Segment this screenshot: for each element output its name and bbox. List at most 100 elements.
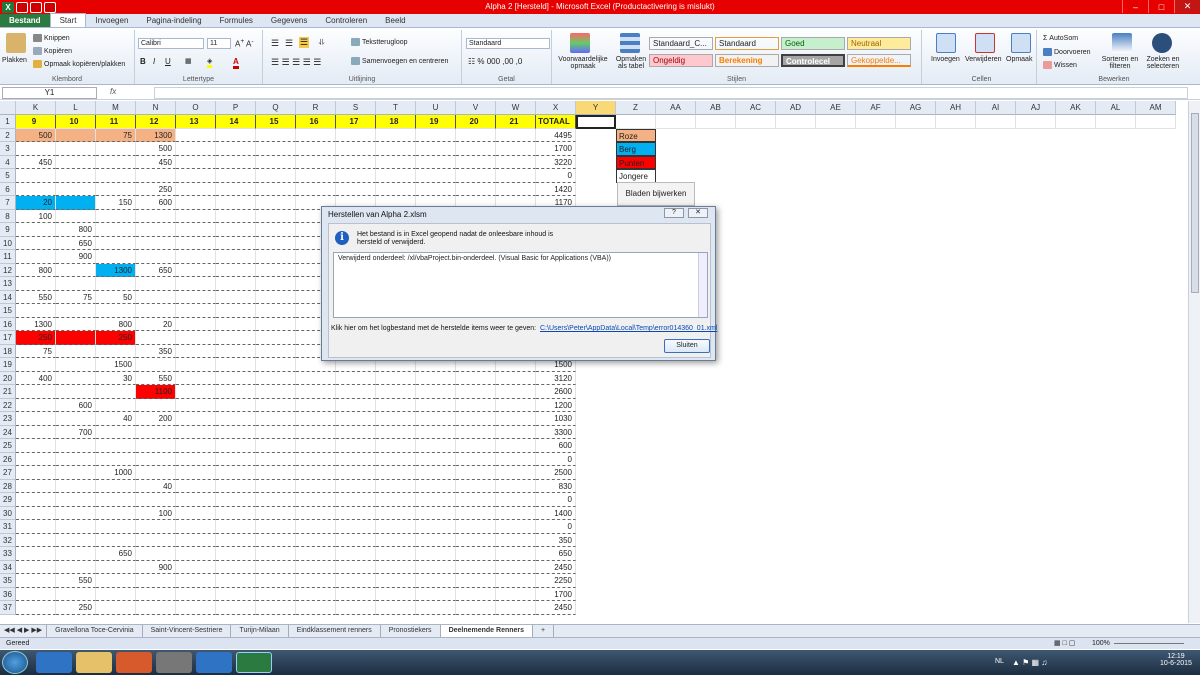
header-cell[interactable]: 9 xyxy=(16,115,56,129)
align-top-icon[interactable]: ☰ xyxy=(271,38,279,49)
column-header[interactable]: AL xyxy=(1096,101,1136,115)
table-cell[interactable] xyxy=(216,304,256,318)
table-cell[interactable] xyxy=(296,182,336,196)
table-cell[interactable] xyxy=(216,466,256,480)
table-cell[interactable] xyxy=(416,587,456,601)
column-header[interactable]: Z xyxy=(616,101,656,115)
column-header[interactable]: AM xyxy=(1136,101,1176,115)
table-cell[interactable] xyxy=(216,263,256,277)
column-header[interactable]: AI xyxy=(976,101,1016,115)
table-cell[interactable] xyxy=(96,344,136,358)
table-cell[interactable]: 0 xyxy=(536,493,576,507)
table-cell[interactable] xyxy=(496,142,536,156)
row-header[interactable]: 14 xyxy=(0,290,16,304)
table-cell[interactable] xyxy=(336,493,376,507)
table-cell[interactable]: 20 xyxy=(136,317,176,331)
table-cell[interactable] xyxy=(96,169,136,183)
table-cell[interactable] xyxy=(496,371,536,385)
font-name-combo[interactable]: Calibri xyxy=(138,38,204,49)
table-cell[interactable] xyxy=(56,155,96,169)
table-cell[interactable] xyxy=(136,425,176,439)
sheet-tab-active[interactable]: Deelnemende Renners xyxy=(440,625,534,637)
header-cell[interactable]: 11 xyxy=(96,115,136,129)
table-cell[interactable] xyxy=(176,209,216,223)
column-header[interactable]: AD xyxy=(776,101,816,115)
table-cell[interactable] xyxy=(216,169,256,183)
table-cell[interactable] xyxy=(416,520,456,534)
table-cell[interactable] xyxy=(136,236,176,250)
table-cell[interactable] xyxy=(336,574,376,588)
table-cell[interactable]: 50 xyxy=(96,290,136,304)
row-header[interactable]: 13 xyxy=(0,277,16,291)
table-cell[interactable] xyxy=(496,452,536,466)
header-cell[interactable]: 17 xyxy=(336,115,376,129)
table-cell[interactable] xyxy=(456,142,496,156)
sheet-tab[interactable]: Saint-Vincent-Sestriere xyxy=(143,625,232,637)
table-cell[interactable] xyxy=(336,601,376,615)
table-cell[interactable] xyxy=(56,385,96,399)
table-cell[interactable] xyxy=(176,223,216,237)
maximize-icon[interactable]: □ xyxy=(1148,0,1174,13)
format-table-button[interactable]: Opmaken als tabel xyxy=(612,56,650,70)
table-cell[interactable] xyxy=(376,601,416,615)
table-cell[interactable] xyxy=(376,587,416,601)
table-cell[interactable] xyxy=(56,479,96,493)
table-cell[interactable] xyxy=(96,223,136,237)
table-cell[interactable] xyxy=(136,601,176,615)
column-header[interactable]: T xyxy=(376,101,416,115)
view-buttons-icon[interactable]: ▦ □ ▢ xyxy=(1054,638,1075,649)
table-cell[interactable] xyxy=(336,385,376,399)
table-cell[interactable]: 2450 xyxy=(536,601,576,615)
table-cell[interactable] xyxy=(56,142,96,156)
header-cell[interactable]: 21 xyxy=(496,115,536,129)
table-cell[interactable] xyxy=(216,371,256,385)
table-cell[interactable] xyxy=(296,385,336,399)
help-icon[interactable]: ? xyxy=(664,208,684,218)
table-cell[interactable] xyxy=(456,520,496,534)
wrap-text-button[interactable]: Tekstterugloop xyxy=(351,38,408,46)
table-cell[interactable] xyxy=(56,358,96,372)
row-header[interactable]: 9 xyxy=(0,223,16,237)
table-cell[interactable] xyxy=(176,493,216,507)
find-select-button[interactable]: Zoeken en selecteren xyxy=(1142,56,1184,70)
header-cell[interactable]: TOTAAL xyxy=(536,115,576,129)
header-cell[interactable]: 18 xyxy=(376,115,416,129)
table-cell[interactable] xyxy=(216,520,256,534)
table-cell[interactable] xyxy=(256,439,296,453)
table-cell[interactable] xyxy=(376,506,416,520)
table-cell[interactable] xyxy=(256,209,296,223)
table-cell[interactable] xyxy=(96,587,136,601)
row-header[interactable]: 36 xyxy=(0,587,16,601)
table-cell[interactable] xyxy=(56,533,96,547)
table-cell[interactable]: 550 xyxy=(16,290,56,304)
table-cell[interactable] xyxy=(256,223,296,237)
row-header[interactable]: 16 xyxy=(0,317,16,331)
table-cell[interactable] xyxy=(336,452,376,466)
name-box[interactable]: Y1 xyxy=(2,87,97,99)
table-cell[interactable] xyxy=(96,209,136,223)
bladen-bijwerken-button[interactable]: Bladen bijwerken xyxy=(617,182,695,206)
table-cell[interactable] xyxy=(56,304,96,318)
app-icon[interactable] xyxy=(156,652,192,673)
table-cell[interactable] xyxy=(136,466,176,480)
table-cell[interactable]: 250 xyxy=(136,182,176,196)
table-cell[interactable] xyxy=(176,142,216,156)
table-cell[interactable] xyxy=(16,560,56,574)
table-cell[interactable] xyxy=(376,169,416,183)
table-cell[interactable] xyxy=(176,479,216,493)
format-cells-icon[interactable] xyxy=(1011,33,1031,53)
table-cell[interactable] xyxy=(296,560,336,574)
table-cell[interactable] xyxy=(496,466,536,480)
table-cell[interactable]: 75 xyxy=(96,128,136,142)
table-cell[interactable] xyxy=(56,452,96,466)
zoom-percent[interactable]: 100% xyxy=(1092,638,1110,649)
table-cell[interactable] xyxy=(456,587,496,601)
table-cell[interactable] xyxy=(216,398,256,412)
table-cell[interactable] xyxy=(56,196,96,210)
table-cell[interactable] xyxy=(216,196,256,210)
table-cell[interactable] xyxy=(296,520,336,534)
table-cell[interactable] xyxy=(256,196,296,210)
table-cell[interactable] xyxy=(456,155,496,169)
table-cell[interactable] xyxy=(16,223,56,237)
table-cell[interactable] xyxy=(336,128,376,142)
